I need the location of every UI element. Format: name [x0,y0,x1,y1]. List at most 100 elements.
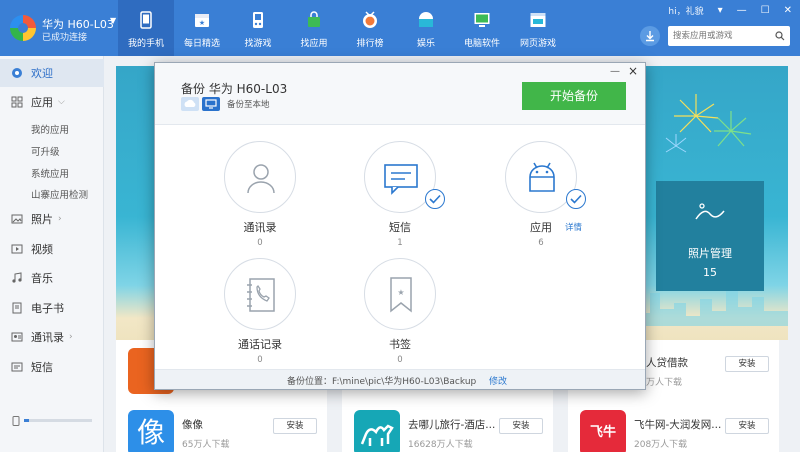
tv-icon [419,12,433,27]
sidebar-item-videos[interactable]: 视频 [0,235,104,263]
local-backup-toggle[interactable] [202,97,220,111]
start-backup-button[interactable]: 开始备份 [522,82,626,110]
sidebar-sub-my-apps[interactable]: 我的应用 [31,122,69,136]
item-circle[interactable] [224,141,296,213]
sidebar-item-apps[interactable]: 应用 ⌵ [0,88,104,116]
modify-location-link[interactable]: 修改 [489,374,507,387]
nav-label: 每日精选 [183,39,220,49]
home-icon [12,68,22,78]
menu-icon[interactable]: ▾ [718,5,723,16]
svg-text:★: ★ [397,288,404,297]
nav-find-apps[interactable]: 找应用 [286,0,342,56]
sidebar-item-label: 视频 [31,243,53,256]
install-button[interactable]: 安装 [499,418,543,434]
photo-manager-card[interactable]: 照片管理 15 [656,181,764,291]
nav-rankings[interactable]: 排行榜 [342,0,398,56]
app-card[interactable]: 飞牛 飞牛网-大润发网... 208万人下载 安装 [568,402,779,452]
app-downloads: 16628万人下载 [408,440,473,450]
item-label: 短信 [389,221,411,234]
backup-item-contacts[interactable]: 通讯录 0 [205,141,315,261]
nav-web-games[interactable]: 网页游戏 [510,0,566,56]
app-card[interactable]: 去哪儿旅行-酒店... 16628万人下载 安装 [342,402,553,452]
item-circle[interactable]: ★ [364,258,436,330]
sidebar-item-welcome[interactable]: 欢迎 [0,59,104,87]
sidebar-sub-fake-app-check[interactable]: 山寨应用检测 [31,187,88,201]
backup-item-call-log[interactable]: 通话记录 0 [205,258,315,378]
phone-storage-icon [12,416,20,426]
search-icon[interactable] [775,31,785,41]
close-icon[interactable]: ✕ [784,5,792,16]
nav-label: 电脑软件 [463,39,500,49]
sidebar: 欢迎 应用 ⌵ 我的应用 可升级 系统应用 山寨应用检测 照片 › 视频 音乐 … [0,56,104,452]
video-icon [11,244,23,254]
minimize-icon[interactable]: — [610,66,620,77]
nav-label: 排行榜 [356,39,384,49]
sidebar-item-label: 应用 [31,96,53,109]
search-box[interactable] [668,26,790,46]
gamepad-icon [253,12,263,28]
checked-icon[interactable] [425,189,445,209]
nav-my-phone[interactable]: 我的手机 [118,0,174,56]
maximize-icon[interactable]: ☐ [761,5,770,16]
install-button[interactable]: 安装 [725,418,769,434]
image-icon [695,203,725,220]
dialog-title: 备份 华为 H60-L03 [181,82,288,96]
nav-label: 我的手机 [127,39,164,49]
main-nav: 我的手机 ★ 每日精选 找游戏 找应用 排行榜 娱乐 电脑软件 网页游戏 [118,0,566,56]
bookmark-icon: ★ [390,277,412,313]
item-count: 0 [257,238,263,248]
chevron-right-icon: › [69,332,73,342]
sidebar-item-label: 照片 [31,213,53,226]
sidebar-item-sms[interactable]: 短信 [0,353,104,381]
nav-daily-picks[interactable]: ★ 每日精选 [174,0,230,56]
nav-pc-software[interactable]: 电脑软件 [454,0,510,56]
dialog-header: 备份 华为 H60-L03 备份至本地 — × 开始备份 [155,63,645,125]
chevron-down-icon: ⌵ [58,97,65,107]
sidebar-item-contacts[interactable]: 通讯录 › [0,323,104,351]
item-circle[interactable] [224,258,296,330]
sidebar-item-music[interactable]: 音乐 [0,264,104,292]
backup-dialog: 备份 华为 H60-L03 备份至本地 — × 开始备份 通讯录 0 短信 1 [154,62,646,390]
item-count: 0 [257,355,263,365]
download-icon[interactable] [640,26,660,46]
item-count: 0 [397,355,403,365]
backup-item-bookmarks[interactable]: ★ 书签 0 [345,258,455,378]
backup-item-apps[interactable]: 应用 详情 6 [486,141,596,261]
nav-label: 找应用 [300,39,328,49]
close-icon[interactable]: × [628,64,638,78]
svg-text:★: ★ [199,19,205,27]
monitor-icon [205,99,217,109]
item-label: 通话记录 [238,338,282,351]
app-card[interactable]: 像 像像 65万人下载 安装 [116,402,327,452]
search-input[interactable] [668,26,768,46]
user-greeting[interactable]: hi，礼貌 [668,4,703,17]
nav-find-games[interactable]: 找游戏 [230,0,286,56]
details-link[interactable]: 详情 [565,221,582,233]
android-icon [529,162,555,192]
install-button[interactable]: 安装 [273,418,317,434]
app-name: 飞牛网-大润发网... [634,419,722,431]
minimize-icon[interactable]: — [737,5,747,16]
grid-icon [11,96,23,108]
install-button[interactable]: 安装 [725,356,769,372]
sidebar-item-label: 欢迎 [31,67,53,80]
backup-item-sms[interactable]: 短信 1 [345,141,455,261]
book-icon [12,302,22,314]
sidebar-item-ebooks[interactable]: 电子书 [0,294,104,322]
cloud-backup-toggle[interactable] [181,97,199,111]
item-count: 1 [397,238,403,248]
sidebar-sub-upgradable[interactable]: 可升级 [31,144,60,158]
app-icon: 飞牛 [580,410,626,452]
sidebar-item-label: 短信 [31,361,53,374]
nav-label: 找游戏 [244,39,272,49]
sidebar-item-photos[interactable]: 照片 › [0,205,104,233]
storage-bar-fill [24,419,30,422]
nav-entertainment[interactable]: 娱乐 [398,0,454,56]
device-info[interactable]: 华为 H60-L03 ▼ 已成功连接 [10,13,118,45]
sidebar-sub-system-apps[interactable]: 系统应用 [31,166,69,180]
chevron-down-icon[interactable]: ▼ [110,16,116,25]
browser-icon [530,13,546,27]
checked-icon[interactable] [566,189,586,209]
cloud-icon [184,99,196,107]
music-icon [12,272,22,283]
